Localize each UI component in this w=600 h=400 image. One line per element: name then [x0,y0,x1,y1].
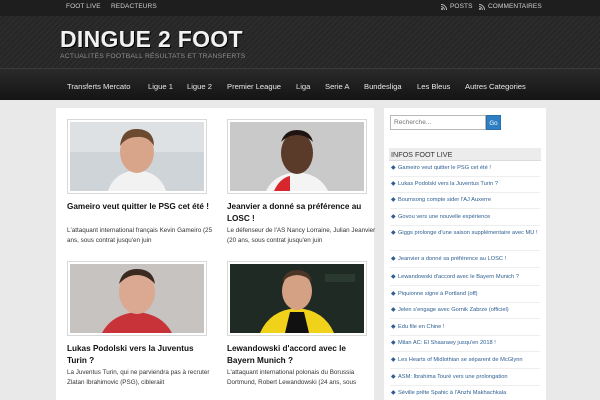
post-thumbnail[interactable] [227,119,367,194]
bullet-icon: ◆ [391,256,396,262]
top-bar: FOOT LIVE REDACTEURS POSTS COMMENTAIRES [0,0,600,16]
search-input[interactable] [390,115,486,130]
post-excerpt: L'attaquant international français Kevin… [67,227,213,244]
post-image [230,122,364,191]
post-thumbnail[interactable] [67,119,207,194]
post-image [230,264,364,333]
site-header: DINGUE 2 FOOT ACTUALITÉS FOOTBALL RÉSULT… [0,16,600,68]
news-link[interactable]: Jeanvier a donné sa préférence au LOSC ! [398,255,540,264]
post-thumbnail[interactable] [227,261,367,336]
divider [390,302,540,303]
divider [390,335,540,336]
divider [390,385,540,386]
rss-icon [441,4,447,10]
bullet-icon: ◆ [391,307,396,313]
nav-item-ligue-2[interactable]: Ligue 2 [187,82,212,91]
bullet-icon: ◆ [391,291,396,297]
nav-item-serie-a[interactable]: Serie A [325,82,349,91]
bullet-icon: ◆ [391,230,396,236]
post-title[interactable]: Lewandowski d'accord avec le Bayern Muni… [227,343,375,367]
bullet-icon: ◆ [391,197,396,203]
main-nav: Transferts Mercato Ligue 1 Ligue 2 Premi… [0,68,600,100]
bullet-icon: ◆ [391,181,396,187]
bullet-icon: ◆ [391,324,396,330]
bullet-icon: ◆ [391,374,396,380]
post-excerpt: Le défenseur de l'AS Nancy Lorraine, Jul… [227,227,376,244]
post-image [70,264,204,333]
divider [390,176,540,177]
nav-item-transferts-mercato[interactable]: Transferts Mercato [67,82,130,91]
divider [390,267,540,268]
news-link[interactable]: ASM: Ibrahima Touré vers une prolongatio… [398,373,540,382]
post-title[interactable]: Jeanvier a donné sa préférence au LOSC ! [227,201,375,225]
sidebar: Go INFOS FOOT LIVE ◆ Gameiro veut quitte… [384,108,546,400]
news-link[interactable]: Edu file en Chine ! [398,323,540,332]
bullet-icon: ◆ [391,390,396,396]
bullet-icon: ◆ [391,214,396,220]
divider [390,285,540,286]
news-link[interactable]: Gameiro veut quitter le PSG cet été ! [398,164,540,173]
divider [390,192,540,193]
news-link[interactable]: Séville prête Spahic à l'Anzhi Makhachka… [398,389,540,398]
topbar-link-posts[interactable]: POSTS [450,3,473,10]
divider [390,318,540,319]
divider [390,368,540,369]
post-thumbnail[interactable] [67,261,207,336]
news-link[interactable]: Govou vers une nouvelle expérience [398,213,540,222]
news-link[interactable]: Jelen s'engage avec Gornik Zabrze (offic… [398,306,540,315]
nav-item-autres-categories[interactable]: Autres Categories [465,82,526,91]
post-excerpt: La Juventus Turin, qui ne parviendra pas… [67,369,210,386]
divider [390,225,540,226]
divider [390,250,540,251]
bullet-icon: ◆ [391,274,396,280]
topbar-link-redacteurs[interactable]: REDACTEURS [111,3,157,10]
news-link[interactable]: Lukas Podolski vers la Juventus Turin ? [398,180,540,189]
nav-item-liga[interactable]: Liga [296,82,310,91]
post-title[interactable]: Gameiro veut quitter le PSG cet été ! [67,201,215,213]
widget-title: INFOS FOOT LIVE [389,148,541,161]
bullet-icon: ◆ [391,340,396,346]
post-grid: Gameiro veut quitter le PSG cet été ! L'… [56,108,376,400]
news-link[interactable]: Boumsong compte sider l'AJ Auxerre [398,196,540,205]
news-link[interactable]: Lewandowski d'accord avec le Bayern Muni… [398,273,540,282]
divider [390,351,540,352]
post-title[interactable]: Lukas Podolski vers la Juventus Turin ? [67,343,215,367]
bullet-icon: ◆ [391,357,396,363]
post-image [70,122,204,191]
rss-icon [479,4,485,10]
site-logo[interactable]: DINGUE 2 FOOT [60,26,243,53]
nav-item-premier-league[interactable]: Premier League [227,82,281,91]
topbar-link-commentaires[interactable]: COMMENTAIRES [488,3,542,10]
news-link[interactable]: Les Hearts of Midlothian se séparent de … [398,356,540,365]
nav-item-ligue-1[interactable]: Ligue 1 [148,82,173,91]
news-link[interactable]: Piquionne signe à Portland (off) [398,290,540,299]
nav-item-les-bleus[interactable]: Les Bleus [417,82,450,91]
news-link[interactable]: Milan AC: El Shaarawy jusqu'en 2018 ! [398,339,540,348]
nav-item-bundesliga[interactable]: Bundesliga [364,82,402,91]
site-tagline: ACTUALITÉS FOOTBALL RÉSULTATS ET TRANSFE… [60,53,246,60]
post-excerpt: L'attaquant international polonais du Bo… [227,369,357,386]
topbar-link-foot-live[interactable]: FOOT LIVE [66,3,101,10]
divider [390,208,540,209]
news-link[interactable]: Giggs prolonge d'une saison supplémentai… [398,229,540,238]
bullet-icon: ◆ [391,165,396,171]
search-button[interactable]: Go [486,115,501,130]
